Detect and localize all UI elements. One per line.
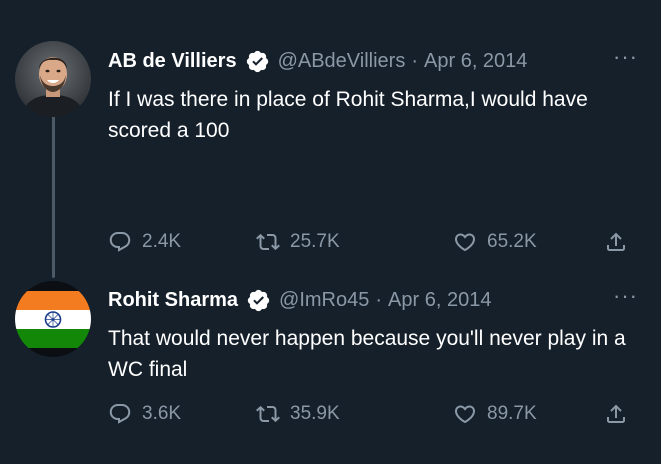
- more-options-icon[interactable]: ···: [613, 285, 638, 307]
- tweet-text: That would never happen because you'll n…: [108, 327, 626, 381]
- retweet-button[interactable]: 25.7K: [256, 227, 340, 257]
- reply-button[interactable]: 3.6K: [108, 399, 181, 429]
- tweet-header: AB de Villiers @ABdeVilliers · Apr 6, 20…: [108, 46, 638, 76]
- display-name[interactable]: AB de Villiers: [108, 50, 237, 73]
- retweet-icon: [256, 233, 280, 251]
- share-button[interactable]: [604, 399, 628, 429]
- reply-icon: [109, 232, 131, 252]
- verified-badge-icon: [245, 49, 270, 74]
- tweet-actions: 2.4K 25.7K 65.2K: [108, 227, 640, 257]
- like-count: 89.7K: [487, 403, 537, 424]
- retweet-count: 25.7K: [290, 231, 340, 252]
- retweet-button[interactable]: 35.9K: [256, 399, 340, 429]
- heart-icon: [454, 405, 476, 424]
- tweet-date[interactable]: Apr 6, 2014: [424, 50, 527, 73]
- like-button[interactable]: 65.2K: [453, 227, 537, 257]
- like-count: 65.2K: [487, 231, 537, 252]
- tweet-header: Rohit Sharma @ImRo45 · Apr 6, 2014: [108, 285, 638, 315]
- display-name[interactable]: Rohit Sharma: [108, 289, 238, 312]
- avatar-rohit-sharma-flag[interactable]: [15, 281, 91, 357]
- tweet-text: If I was there in place of Rohit Sharma,…: [108, 88, 588, 142]
- share-icon: [607, 404, 625, 423]
- reply-button[interactable]: 2.4K: [108, 227, 181, 257]
- thread-connector-line: [52, 115, 55, 278]
- retweet-icon: [256, 405, 280, 423]
- separator-dot: ·: [375, 288, 383, 311]
- user-handle[interactable]: @ABdeVilliers: [278, 50, 406, 73]
- reply-count: 2.4K: [142, 231, 182, 252]
- reply-count: 3.6K: [142, 403, 182, 424]
- share-button[interactable]: [604, 227, 628, 257]
- user-handle[interactable]: @ImRo45: [279, 289, 369, 312]
- retweet-count: 35.9K: [290, 403, 340, 424]
- tweet-1[interactable]: AB de Villiers @ABdeVilliers · Apr 6, 20…: [108, 46, 638, 253]
- tweet-actions: 3.6K 35.9K 89.7K: [108, 399, 640, 429]
- tweet-date[interactable]: Apr 6, 2014: [388, 289, 491, 312]
- share-icon: [607, 232, 625, 251]
- heart-icon: [454, 233, 476, 252]
- separator-dot: ·: [411, 49, 419, 72]
- reply-icon: [109, 404, 131, 424]
- like-button[interactable]: 89.7K: [453, 399, 537, 429]
- avatar-ab-de-villiers[interactable]: [15, 41, 91, 117]
- more-options-icon[interactable]: ···: [613, 46, 638, 68]
- verified-badge-icon: [246, 288, 271, 313]
- tweet-2[interactable]: Rohit Sharma @ImRo45 · Apr 6, 2014 ··· T…: [108, 285, 638, 425]
